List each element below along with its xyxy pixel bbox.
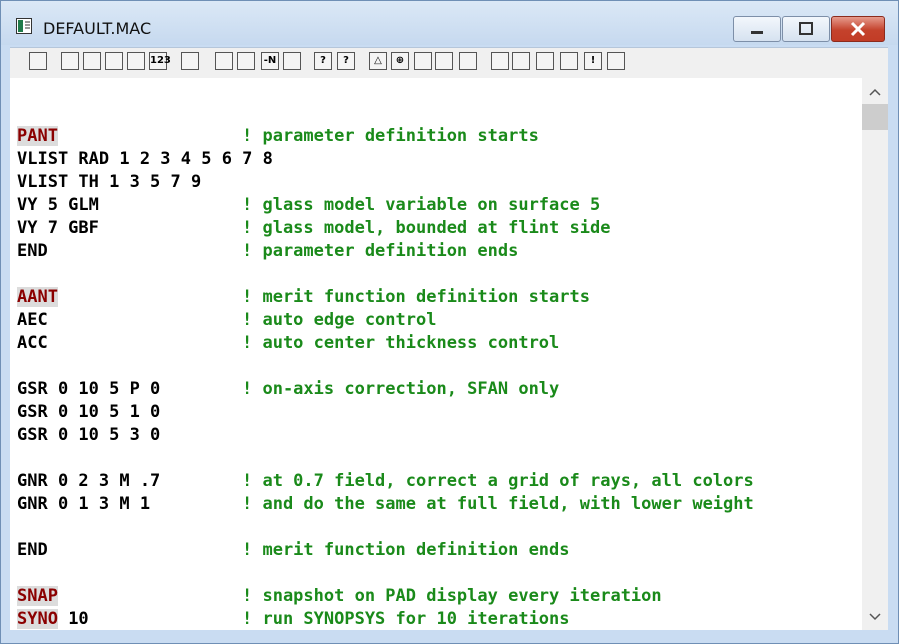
indent-button[interactable] xyxy=(512,52,530,70)
renumber-icon: -N xyxy=(263,55,277,66)
code-comment: ! snapshot on PAD display every iteratio… xyxy=(242,586,662,606)
maximize-button[interactable] xyxy=(782,16,830,42)
code-text: GNR 0 1 3 M 1 xyxy=(17,494,151,514)
code-line: VY 5 GLM ! glass model variable on surfac… xyxy=(17,195,600,217)
code-comment: ! auto center thickness control xyxy=(242,333,560,353)
code-text: VLIST TH 1 3 5 7 9 xyxy=(17,172,202,192)
help-icon: ? xyxy=(320,55,326,66)
code-text: ACC xyxy=(17,333,48,353)
scroll-down-icon[interactable] xyxy=(869,611,881,623)
code-text: AEC xyxy=(17,310,48,330)
wrench-button[interactable] xyxy=(435,52,453,70)
code-line: SNAP ! snapshot on PAD display every iter… xyxy=(17,586,662,608)
scrollbar-thumb[interactable] xyxy=(862,104,888,130)
numbers-button[interactable]: 123 xyxy=(149,52,171,70)
code-line: ACC ! auto center thickness control xyxy=(17,333,559,355)
code-line: AEC ! auto edge control xyxy=(17,310,436,332)
code-comment: ! parameter definition starts xyxy=(242,126,539,146)
code-comment: ! merit function definition starts xyxy=(242,287,590,307)
close-icon xyxy=(850,21,866,37)
code-text: VLIST RAD 1 2 3 4 5 6 7 8 xyxy=(17,149,273,169)
context-help-button[interactable]: ? xyxy=(337,52,355,70)
code-comment: ! parameter definition ends xyxy=(242,241,519,261)
maximize-icon xyxy=(799,22,813,35)
save-as-button[interactable] xyxy=(127,52,145,70)
code-text: VY 5 GLM xyxy=(17,195,99,215)
code-line: SYNO 10 ! run SYNOPSYS for 10 iterations xyxy=(17,609,570,630)
numbers-icon: 123 xyxy=(150,55,171,66)
magnifier-button[interactable] xyxy=(83,52,101,70)
code-comment: ! and do the same at full field, with lo… xyxy=(242,494,754,514)
triangle-button[interactable]: △ xyxy=(369,52,387,70)
title-bar[interactable]: DEFAULT.MAC xyxy=(1,1,898,45)
insert-button[interactable] xyxy=(215,52,233,70)
code-line: VLIST RAD 1 2 3 4 5 6 7 8 xyxy=(17,149,273,171)
toolbar: 123 -N?? △ ⊕! xyxy=(10,47,888,78)
open-folder-button[interactable] xyxy=(61,52,79,70)
macro-editor[interactable]: PANT ! parameter definition starts VLIST R… xyxy=(10,78,862,630)
save-button[interactable] xyxy=(105,52,123,70)
code-comment: ! auto edge control xyxy=(242,310,437,330)
context-help-icon: ? xyxy=(343,55,349,66)
vertical-scrollbar[interactable] xyxy=(862,78,888,630)
code-text: GNR 0 2 3 M .7 xyxy=(17,471,161,491)
code-line: GSR 0 10 5 P 0 ! on-axis correction, SFAN… xyxy=(17,379,559,401)
code-comment: ! glass model, bounded at flint side xyxy=(242,218,611,238)
code-text: END xyxy=(17,241,48,261)
window-title: DEFAULT.MAC xyxy=(43,19,152,38)
command-keyword: SNAP xyxy=(17,586,58,606)
code-line: PANT ! parameter definition starts xyxy=(17,126,539,148)
code-line: VLIST TH 1 3 5 7 9 xyxy=(17,172,201,194)
code-comment: ! merit function definition ends xyxy=(242,540,570,560)
lines-button[interactable] xyxy=(560,52,578,70)
exit-button[interactable] xyxy=(29,52,47,70)
code-text: GSR 0 10 5 1 0 xyxy=(17,402,161,422)
minimize-icon xyxy=(751,31,763,34)
app-window: DEFAULT.MAC 123 -N?? △ ⊕! PANT ! parameter d… xyxy=(0,0,899,644)
code-line: AANT ! merit function definition starts xyxy=(17,287,590,309)
print-button[interactable] xyxy=(181,52,199,70)
code-text: 10 xyxy=(57,609,89,629)
code-line: END ! merit function definition ends xyxy=(17,540,570,562)
code-line: GNR 0 1 3 M 1 ! and do the same at full f… xyxy=(17,494,754,516)
code-comment: ! glass model variable on surface 5 xyxy=(242,195,601,215)
insert-page-button[interactable] xyxy=(237,52,255,70)
code-text: END xyxy=(17,540,48,560)
outdent-button[interactable] xyxy=(536,52,554,70)
code-text: GSR 0 10 5 3 0 xyxy=(17,425,161,445)
code-line: GNR 0 2 3 M .7 ! at 0.7 field, correct a … xyxy=(17,471,754,493)
command-keyword: SYNO xyxy=(17,609,58,629)
command-keyword: AANT xyxy=(17,287,58,307)
green-up-arrow-button[interactable] xyxy=(491,52,509,70)
renumber-button[interactable]: -N xyxy=(261,52,279,70)
code-line: VY 7 GBF ! glass model, bounded at flint … xyxy=(17,218,610,240)
stop-button[interactable] xyxy=(607,52,625,70)
help-button[interactable]: ? xyxy=(314,52,332,70)
code-text: VY 7 GBF xyxy=(17,218,99,238)
page-button[interactable] xyxy=(283,52,301,70)
gear-button[interactable] xyxy=(459,52,477,70)
code-line: GSR 0 10 5 3 0 xyxy=(17,425,160,447)
exclamation-button[interactable]: ! xyxy=(584,52,602,70)
cube-button[interactable] xyxy=(414,52,432,70)
close-button[interactable] xyxy=(831,16,885,42)
code-line: END ! parameter definition ends xyxy=(17,241,518,263)
scroll-up-icon[interactable] xyxy=(869,86,881,98)
code-text: GSR 0 10 5 P 0 xyxy=(17,379,161,399)
code-comment: ! on-axis correction, SFAN only xyxy=(242,379,560,399)
code-comment: ! run SYNOPSYS for 10 iterations xyxy=(242,609,570,629)
exclamation-icon: ! xyxy=(590,55,596,66)
command-keyword: PANT xyxy=(17,126,58,146)
code-line: GSR 0 10 5 1 0 xyxy=(17,402,160,424)
window-frame-bottom xyxy=(10,630,888,642)
minimize-button[interactable] xyxy=(733,16,781,42)
crosshair-icon: ⊕ xyxy=(395,55,405,66)
crosshair-button[interactable]: ⊕ xyxy=(391,52,409,70)
triangle-icon: △ xyxy=(374,55,382,66)
app-icon xyxy=(16,18,32,34)
code-comment: ! at 0.7 field, correct a grid of rays, … xyxy=(242,471,754,491)
